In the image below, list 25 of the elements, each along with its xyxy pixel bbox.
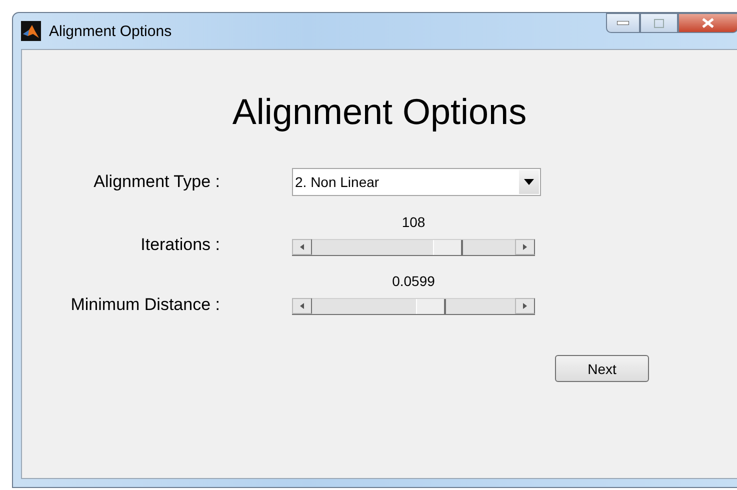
right-arrow-icon[interactable] bbox=[523, 303, 527, 309]
slider[interactable] bbox=[292, 298, 535, 315]
field-label: Alignment Type : bbox=[94, 172, 220, 192]
right-arrow-icon[interactable] bbox=[523, 244, 527, 250]
left-arrow-icon[interactable] bbox=[300, 244, 304, 250]
field-label: Iterations : bbox=[140, 235, 220, 255]
alignment-type-dropdown[interactable]: 2. Non Linear bbox=[292, 168, 541, 196]
next-button[interactable]: Next bbox=[555, 355, 649, 382]
dropdown-arrow-icon bbox=[524, 179, 534, 185]
maximize-button[interactable] bbox=[640, 13, 678, 33]
maximize-icon bbox=[654, 18, 664, 28]
app-logo-icon bbox=[21, 21, 41, 41]
field-label: Minimum Distance : bbox=[70, 295, 220, 315]
slider-thumb[interactable] bbox=[433, 240, 464, 255]
slider[interactable] bbox=[292, 239, 535, 256]
minimize-icon bbox=[617, 21, 629, 25]
close-button[interactable] bbox=[678, 13, 737, 33]
slider-thumb[interactable] bbox=[416, 299, 446, 314]
minimize-button[interactable] bbox=[606, 13, 640, 33]
close-icon bbox=[702, 18, 714, 28]
page-heading: Alignment Options bbox=[232, 91, 527, 133]
window-title: Alignment Options bbox=[49, 22, 172, 40]
slider-value: 0.0599 bbox=[392, 273, 435, 289]
slider-value: 108 bbox=[402, 214, 426, 230]
left-arrow-icon[interactable] bbox=[300, 303, 304, 309]
